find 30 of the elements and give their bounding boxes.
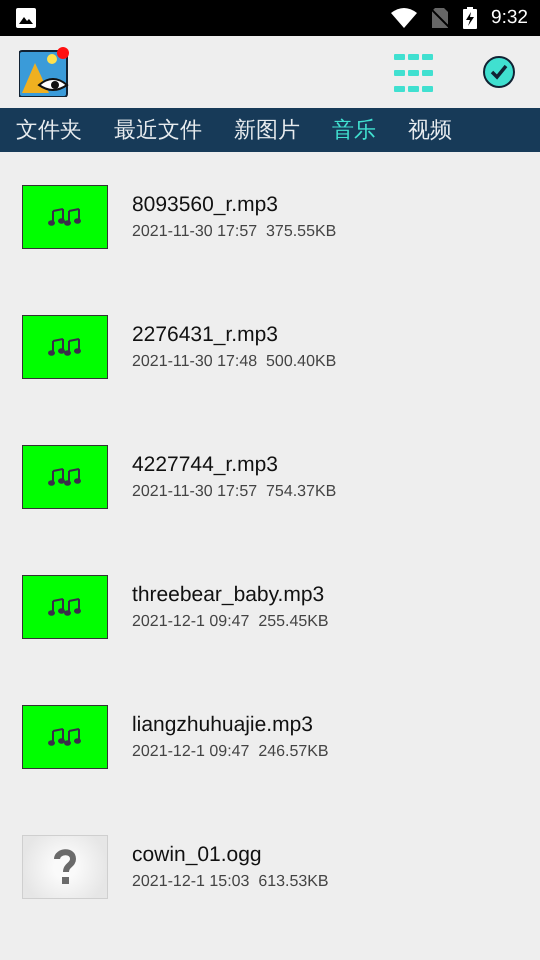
file-name: 2276431_r.mp3	[132, 323, 279, 347]
wifi-icon	[391, 8, 418, 28]
music-notes-icon	[48, 337, 82, 357]
file-details: 2021-11-30 17:57 375.55KB	[132, 223, 336, 241]
music-notes-icon	[48, 597, 82, 617]
file-name: cowin_01.ogg	[132, 843, 263, 867]
file-details: 2021-11-30 17:57 754.37KB	[132, 483, 336, 501]
category-tab[interactable]: 新图片	[218, 115, 316, 145]
music-notes-icon	[48, 467, 82, 487]
file-details: 2021-12-1 15:03 613.53KB	[132, 873, 329, 891]
file-name: 8093560_r.mp3	[132, 193, 279, 217]
question-mark-icon	[54, 849, 76, 885]
file-name: threebear_baby.mp3	[132, 583, 326, 607]
music-notes-icon	[48, 727, 82, 747]
no-sim-icon	[431, 8, 450, 28]
category-tab[interactable]: 音乐	[316, 115, 392, 145]
category-tab[interactable]: 文件夹	[0, 115, 98, 145]
category-tab[interactable]: 视频	[392, 115, 468, 145]
clock-time: 9:32	[491, 7, 528, 29]
file-name: 4227744_r.mp3	[132, 453, 279, 477]
battery-charging-icon	[463, 7, 478, 29]
music-notes-icon	[48, 207, 82, 227]
file-details: 2021-11-30 17:48 500.40KB	[132, 353, 336, 371]
image-icon	[16, 8, 36, 28]
file-details: 2021-12-1 09:47 246.57KB	[132, 743, 329, 761]
file-name: liangzhuhuajie.mp3	[132, 713, 314, 737]
category-tab[interactable]: 最近文件	[98, 115, 218, 145]
app-logo-icon	[19, 47, 69, 97]
file-details: 2021-12-1 09:47 255.45KB	[132, 613, 329, 631]
check-circle-icon[interactable]	[482, 55, 516, 89]
